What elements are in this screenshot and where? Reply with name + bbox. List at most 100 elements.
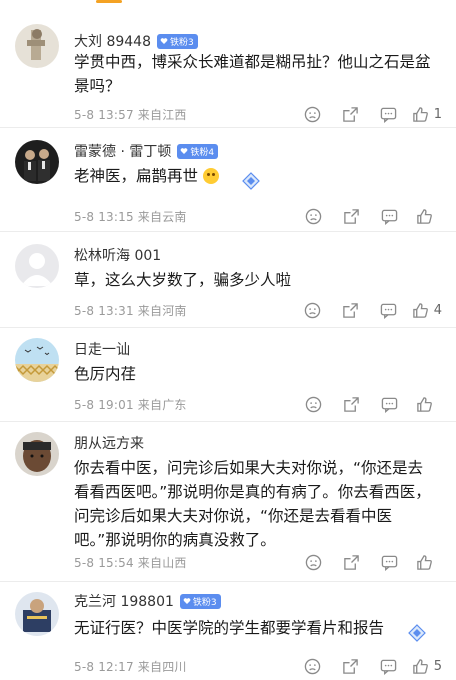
share-button[interactable] (332, 552, 370, 572)
username[interactable]: 大刘 89448 (74, 31, 151, 51)
frown-icon (305, 208, 321, 224)
like-button[interactable] (408, 552, 442, 572)
avatar[interactable] (15, 244, 59, 288)
share-button[interactable] (332, 104, 370, 124)
thumbs-up-icon (412, 302, 428, 318)
comment-text: 色厉内荏 (74, 365, 137, 383)
dislike-button[interactable] (294, 300, 332, 320)
comment-icon (380, 659, 397, 675)
frown-icon (304, 106, 321, 122)
frown-icon (305, 396, 321, 412)
comment-text: 你去看中医，问完诊后如果大夫对你说，“你还是去看看西医吧。”那说明你是真的有病了… (74, 459, 431, 549)
like-button[interactable]: 5 (408, 656, 442, 676)
thumbs-up-icon (417, 554, 432, 570)
comment-text: 学贯中西，博采众长难道都是糊吊扯？他山之石是盆景吗？ (74, 53, 431, 95)
heart-icon (160, 38, 168, 44)
comment-icon (381, 555, 397, 571)
share-button[interactable] (332, 206, 370, 226)
diamond-icon (408, 624, 426, 642)
thumbs-up-icon (412, 106, 428, 122)
comment-actions (294, 206, 442, 226)
name-row: 大刘 89448 铁粉3 (74, 30, 198, 52)
comment-item: 克兰河 198801 铁粉3 无证行医？中医学院的学生都要学看片和报告 5-8 … (0, 582, 456, 680)
share-icon (343, 396, 359, 412)
comment-actions: 4 (294, 300, 442, 320)
comment-meta: 5-8 13:31 来自河南 (74, 304, 187, 318)
share-button[interactable] (332, 656, 370, 676)
avatar[interactable] (15, 592, 59, 636)
fan-badge: 铁粉3 (157, 33, 198, 49)
username[interactable]: 雷蒙德 · 雷丁顿 (74, 141, 171, 161)
share-icon (343, 554, 359, 570)
avatar[interactable] (15, 24, 59, 68)
comment-meta: 5-8 19:01 来自广东 (74, 398, 187, 412)
like-button[interactable] (408, 394, 442, 414)
frown-icon (304, 658, 321, 674)
fan-badge: 铁粉3 (179, 593, 221, 609)
heart-icon (183, 598, 191, 604)
comment-meta: 5-8 13:15 来自云南 (74, 210, 187, 224)
dislike-button[interactable] (294, 552, 332, 572)
comment-icon (380, 107, 397, 123)
comment-item: 日走一讪 色厉内荏 5-8 19:01 来自广东 (0, 328, 456, 422)
like-button[interactable] (408, 206, 442, 226)
like-count: 4 (433, 302, 442, 318)
comment-icon (380, 303, 397, 319)
share-icon (343, 208, 359, 224)
dislike-button[interactable] (294, 104, 332, 124)
like-count: 5 (433, 658, 442, 674)
fan-badge: 铁粉4 (177, 143, 219, 159)
frown-icon (304, 302, 321, 318)
comment-actions (294, 552, 442, 572)
avatar[interactable] (15, 338, 59, 382)
avatar[interactable] (15, 140, 59, 184)
username[interactable]: 克兰河 198801 (74, 591, 174, 611)
comment-actions: 1 (294, 104, 442, 124)
tab-indicator (96, 0, 122, 3)
comment-meta: 5-8 13:57 来自江西 (74, 108, 187, 122)
dislike-button[interactable] (294, 394, 332, 414)
name-row: 克兰河 198801 铁粉3 (74, 590, 221, 612)
comment-icon (381, 397, 397, 413)
share-icon (343, 658, 358, 674)
dislike-button[interactable] (294, 206, 332, 226)
thumbs-up-icon (412, 658, 428, 674)
diamond-icon (242, 172, 260, 190)
like-count: 1 (433, 106, 442, 122)
share-icon (343, 302, 358, 318)
comment-actions: 5 (294, 656, 442, 676)
laughing-emoji-icon (202, 168, 219, 184)
reply-button[interactable] (370, 394, 408, 414)
like-button[interactable]: 1 (408, 104, 442, 124)
comment-item: 雷蒙德 · 雷丁顿 铁粉4 老神医，扁鹊再世 5-8 13:15 来自云南 (0, 128, 456, 232)
dislike-button[interactable] (294, 656, 332, 676)
like-button[interactable]: 4 (408, 300, 442, 320)
reply-button[interactable] (370, 300, 408, 320)
comment-actions (294, 394, 442, 414)
comment-text: 无证行医？中医学院的学生都要学看片和报告 (74, 619, 385, 637)
username[interactable]: 朋从远方来 (74, 433, 144, 453)
share-button[interactable] (332, 300, 370, 320)
comment-icon (381, 209, 397, 225)
name-row: 松林听海 001 (74, 244, 161, 266)
name-row: 日走一讪 (74, 338, 130, 360)
reply-button[interactable] (370, 104, 408, 124)
frown-icon (305, 554, 321, 570)
reply-button[interactable] (370, 552, 408, 572)
heart-icon (181, 148, 188, 154)
reply-button[interactable] (370, 206, 408, 226)
comment-item: 松林听海 001 草，这么大岁数了，骗多少人啦 5-8 13:31 来自河南 4 (0, 232, 456, 328)
share-icon (343, 106, 358, 122)
comment-meta: 5-8 12:17 来自四川 (74, 660, 187, 674)
thumbs-up-icon (417, 396, 432, 412)
username[interactable]: 日走一讪 (74, 339, 130, 359)
thumbs-up-icon (417, 208, 432, 224)
comment-meta: 5-8 15:54 来自山西 (74, 556, 187, 570)
comment-item: 大刘 89448 铁粉3 学贯中西，博采众长难道都是糊吊扯？他山之石是盆景吗？ … (0, 4, 456, 128)
reply-button[interactable] (370, 656, 408, 676)
share-button[interactable] (332, 394, 370, 414)
avatar[interactable] (15, 432, 59, 476)
name-row: 雷蒙德 · 雷丁顿 铁粉4 (74, 140, 219, 162)
name-row: 朋从远方来 (74, 432, 144, 454)
username[interactable]: 松林听海 001 (74, 245, 161, 265)
